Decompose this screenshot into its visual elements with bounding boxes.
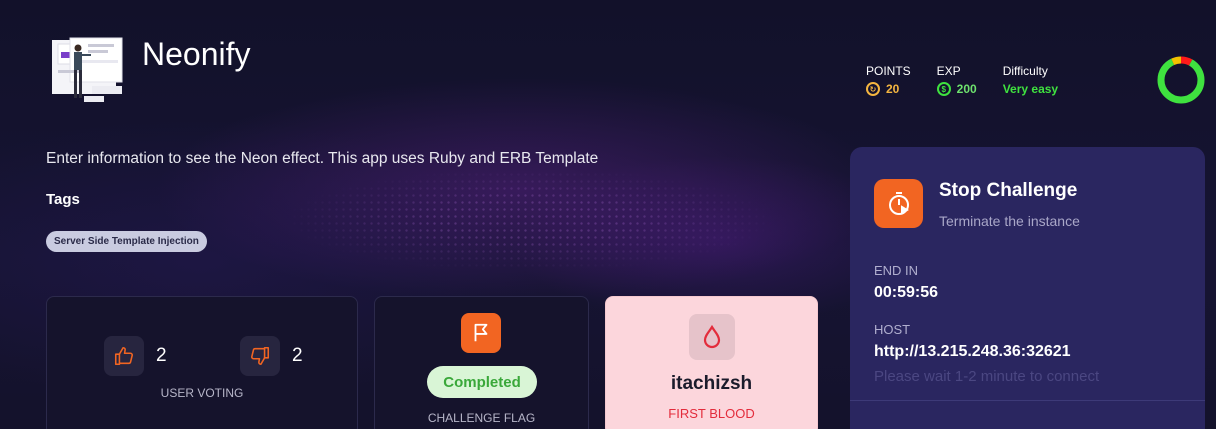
downvote-count: 2 — [292, 345, 303, 366]
downvote-button[interactable] — [240, 336, 280, 376]
difficulty-segment-green — [1157, 56, 1205, 104]
flag-icon — [461, 313, 501, 353]
exp-label: EXP — [936, 64, 961, 78]
points-value: 20 — [886, 82, 900, 96]
flag-status-badge: Completed — [427, 366, 537, 398]
end-in-timer: 00:59:56 — [874, 284, 939, 301]
upvote-count: 2 — [156, 345, 167, 366]
user-voting-caption: USER VOTING — [160, 386, 244, 400]
first-blood-user: itachizsh — [670, 373, 753, 394]
neon-wave-decoration — [200, 150, 860, 290]
exp-value: 200 — [956, 82, 977, 96]
challenge-title: Neonify — [142, 36, 251, 72]
challenge-flag-caption: CHALLENGE FLAG — [427, 411, 536, 425]
tags-heading: Tags — [46, 191, 80, 208]
upvote-button[interactable] — [104, 336, 144, 376]
difficulty-donut-chart — [1157, 56, 1205, 104]
thumbs-down-icon — [251, 346, 270, 366]
exp-stat: EXP $ 200 — [936, 64, 977, 96]
difficulty-label: Difficulty — [1002, 64, 1048, 78]
first-blood-caption: FIRST BLOOD — [668, 406, 755, 421]
points-label: POINTS — [866, 64, 911, 78]
challenge-description: Enter information to see the Neon effect… — [46, 150, 599, 167]
points-coin-icon: ↻ — [866, 82, 880, 96]
challenge-flag-card: Completed CHALLENGE FLAG — [374, 296, 589, 429]
difficulty-value: Very easy — [1002, 82, 1059, 96]
tag-ssti[interactable]: Server Side Template Injection — [46, 231, 207, 252]
user-voting-card: 2 2 USER VOTING — [46, 296, 358, 429]
stop-challenge-title[interactable]: Stop Challenge — [939, 180, 1077, 202]
exp-coin-icon: $ — [936, 82, 951, 96]
stop-challenge-subtitle: Terminate the instance — [939, 213, 1080, 229]
thumbs-up-icon — [114, 346, 133, 366]
points-stat: POINTS ↻ 20 — [866, 64, 911, 96]
instance-panel: Stop Challenge Terminate the instance EN… — [850, 147, 1205, 429]
challenge-logo — [52, 37, 123, 102]
host-url[interactable]: http://13.215.248.36:32621 — [874, 343, 1071, 361]
stop-challenge-button[interactable] — [874, 179, 923, 228]
connect-wait-note: Please wait 1-2 minute to connect — [874, 368, 1100, 385]
challenge-stats: POINTS ↻ 20 EXP $ 200 Difficulty Very ea… — [866, 64, 1084, 96]
panel-divider — [850, 400, 1205, 401]
host-label: HOST — [874, 322, 911, 337]
blood-drop-icon — [689, 314, 735, 360]
difficulty-stat: Difficulty Very easy — [1003, 64, 1058, 96]
end-in-label: END IN — [874, 263, 919, 278]
first-blood-card: itachizsh FIRST BLOOD — [605, 296, 818, 429]
stopwatch-icon — [888, 191, 909, 215]
